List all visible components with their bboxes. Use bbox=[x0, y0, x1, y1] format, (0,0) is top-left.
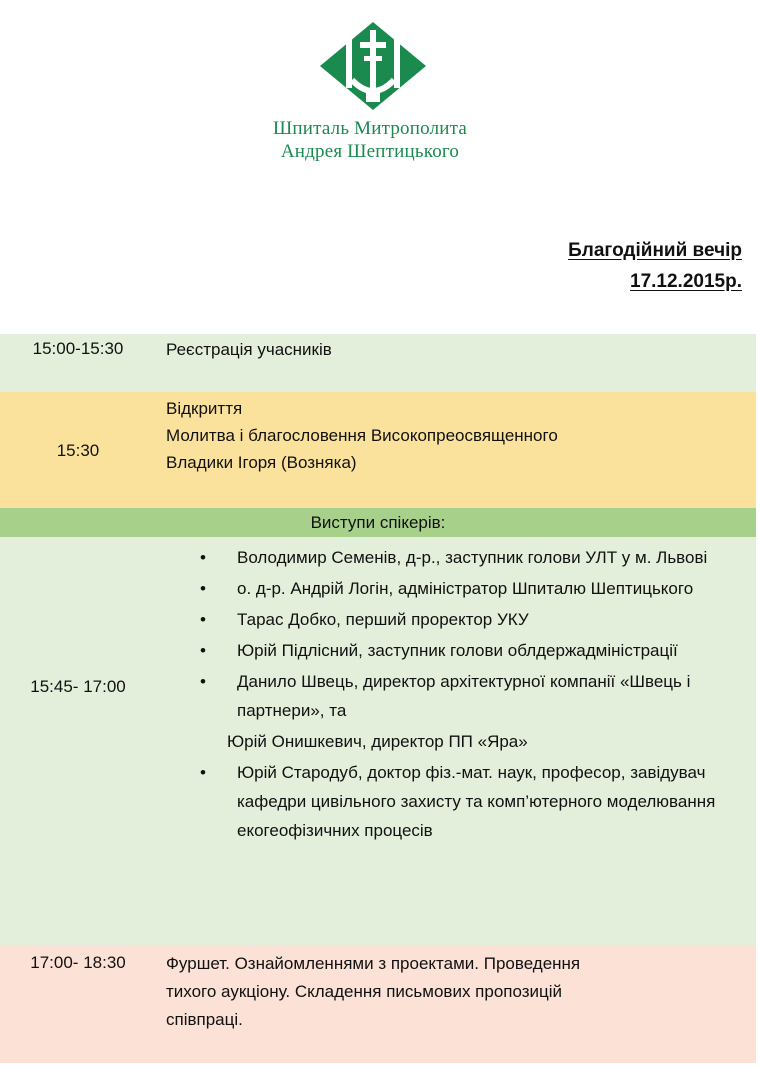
bullet-dot-icon: • bbox=[200, 579, 206, 598]
list-item: • Володимир Семенів, д-р., заступник голо… bbox=[0, 543, 756, 572]
row-time: 15:00-15:30 bbox=[32, 339, 124, 358]
row-text-line3: співпраці. bbox=[166, 1010, 243, 1029]
row-time: 15:30 bbox=[56, 441, 100, 460]
bullet-dot-icon: • bbox=[200, 548, 206, 567]
schedule-row-opening: 15:30 Відкриття Молитва і благословення … bbox=[0, 392, 756, 508]
speaker-text: Тарас Добко, перший проректор УКУ bbox=[237, 610, 529, 629]
hospital-cross-diamond-logo bbox=[320, 22, 426, 110]
row-text-line1: Відкриття bbox=[166, 399, 243, 418]
row-text-line3: Владики Ігоря (Возняка) bbox=[166, 453, 357, 472]
bullet-dot-icon: • bbox=[200, 672, 206, 691]
speaker-text: Данило Швець, директор архітектурної ком… bbox=[237, 672, 691, 720]
bullet-dot-icon: • bbox=[200, 641, 206, 660]
schedule-row-speakers: 15:45- 17:00 • Володимир Семенів, д-р., з… bbox=[0, 537, 756, 945]
event-title: Благодійний вечір bbox=[568, 240, 742, 261]
speaker-extra-text: Юрій Онишкевич, директор ПП «Яра» bbox=[227, 732, 528, 751]
org-name-line1: Шпиталь Митрополита bbox=[273, 118, 467, 139]
row-text: Реєстрація учасників bbox=[166, 340, 332, 359]
speakers-heading: Виступи спікерів: bbox=[310, 513, 446, 532]
list-item-extra: Юрій Онишкевич, директор ПП «Яра» bbox=[0, 727, 756, 756]
speaker-text: о. д-р. Андрій Логін, адміністратор Шпит… bbox=[237, 579, 694, 598]
list-item: • Данило Швець, директор архітектурної ко… bbox=[0, 667, 756, 725]
list-item: • Тарас Добко, перший проректор УКУ bbox=[0, 605, 756, 634]
row-text-line2: тихого аукціону. Складення письмових про… bbox=[166, 982, 563, 1001]
speakers-list: • Володимир Семенів, д-р., заступник голо… bbox=[0, 543, 756, 847]
speaker-text: Володимир Семенів, д-р., заступник голов… bbox=[237, 548, 708, 567]
row-time: 17:00- 18:30 bbox=[30, 953, 126, 972]
schedule-row-registration: 15:00-15:30 Реєстрація учасників bbox=[0, 334, 756, 392]
list-item: • Юрій Підлісний, заступник голови облдер… bbox=[0, 636, 756, 665]
row-text-line1: Фуршет. Ознайомленнями з проектами. Пров… bbox=[166, 954, 581, 973]
list-item: • Юрій Стародуб, доктор фіз.-мат. наук, п… bbox=[0, 758, 756, 845]
speaker-text: Юрій Стародуб, доктор фіз.-мат. наук, пр… bbox=[237, 763, 716, 840]
row-text-line2: Молитва і благословення Високопреосвящен… bbox=[166, 426, 558, 445]
bullet-dot-icon: • bbox=[200, 763, 206, 782]
org-name-line2: Андрея Шептицького bbox=[280, 141, 460, 162]
schedule-row-buffet: 17:00- 18:30 Фуршет. Ознайомленнями з пр… bbox=[0, 945, 756, 1063]
speaker-text: Юрій Підлісний, заступник голови облдерж… bbox=[237, 641, 678, 660]
event-date: 17.12.2015р. bbox=[630, 271, 742, 292]
list-item: • о. д-р. Андрій Логін, адміністратор Шпи… bbox=[0, 574, 756, 603]
speakers-heading-row: Виступи спікерів: bbox=[0, 508, 756, 537]
bullet-dot-icon: • bbox=[200, 610, 206, 629]
